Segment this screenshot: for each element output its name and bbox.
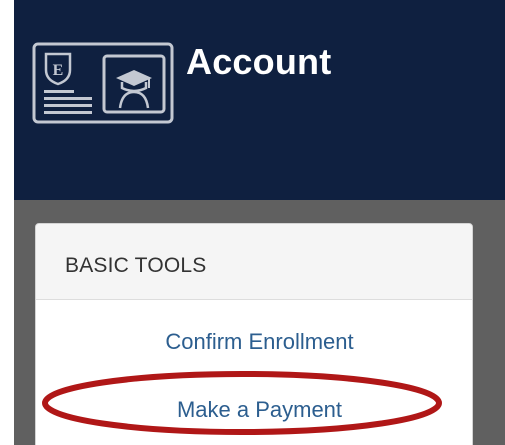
account-page: E Account BASIC TOOLS Confirm Enrollment…: [14, 0, 505, 445]
make-a-payment-link[interactable]: Make a Payment: [14, 397, 505, 423]
svg-text:E: E: [53, 62, 64, 79]
confirm-enrollment-link[interactable]: Confirm Enrollment: [14, 329, 505, 355]
student-id-card-icon: E: [32, 42, 174, 124]
panel-heading: BASIC TOOLS: [36, 224, 472, 300]
basic-tools-heading: BASIC TOOLS: [65, 254, 207, 277]
page-title: Account: [186, 41, 332, 82]
account-header: E Account: [14, 0, 505, 200]
